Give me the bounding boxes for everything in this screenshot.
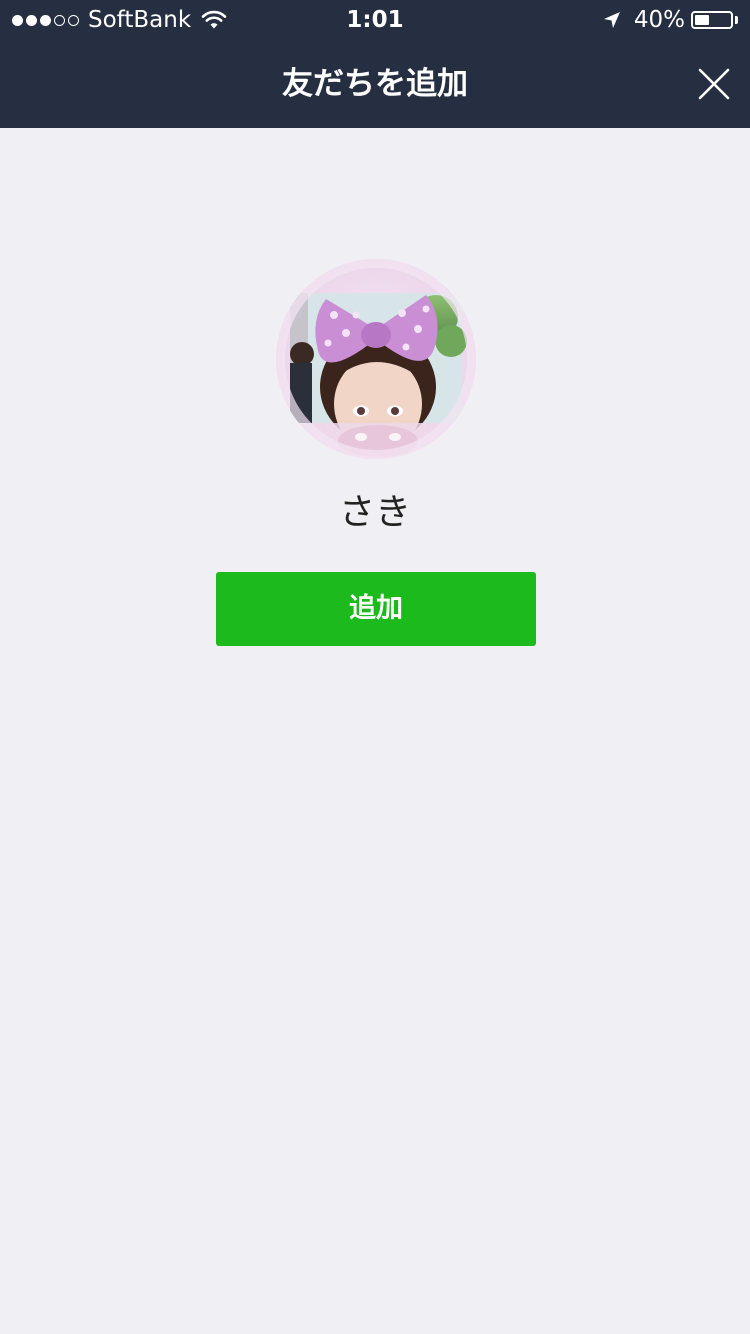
battery-tip bbox=[735, 16, 738, 24]
profile-name: さき bbox=[338, 492, 411, 533]
battery-percent: 40% bbox=[633, 7, 685, 33]
nav-bar: 友だちを追加 bbox=[0, 40, 750, 128]
battery-level bbox=[695, 15, 709, 25]
screen: SoftBank 1:01 40% 友だちを追加 さき 追加 bbox=[0, 0, 750, 1334]
close-icon bbox=[698, 68, 730, 100]
battery-icon bbox=[691, 11, 733, 29]
status-bar: SoftBank 1:01 40% bbox=[0, 0, 750, 40]
location-arrow-icon bbox=[603, 12, 620, 28]
add-friend-button[interactable]: 追加 bbox=[216, 572, 536, 646]
avatar-photo bbox=[276, 259, 476, 459]
avatar bbox=[276, 259, 476, 459]
status-right: 40% bbox=[602, 7, 738, 33]
page-title: 友だちを追加 bbox=[282, 66, 468, 102]
close-button[interactable] bbox=[694, 64, 734, 104]
